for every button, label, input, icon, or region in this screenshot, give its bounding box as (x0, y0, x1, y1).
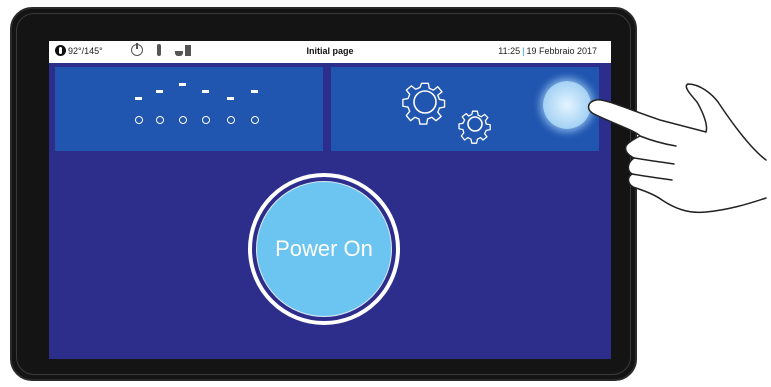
power-on-label: Power On (275, 236, 373, 261)
clock-separator: | (522, 46, 525, 56)
gears-icon (402, 82, 491, 144)
power-button-ring: Power On (248, 173, 400, 325)
main-area: Power On (49, 63, 611, 359)
pointing-hand-illustration (587, 83, 767, 214)
screen: 92°/145° Initial page 11:25 | 19 Febbraio … (49, 41, 611, 359)
drink-selection-tile[interactable] (55, 67, 323, 151)
status-bar: 92°/145° Initial page 11:25 | 19 Febbraio … (49, 41, 611, 63)
power-on-button[interactable]: Power On (256, 181, 392, 317)
time-readout: 11:25 (498, 46, 521, 56)
settings-tile[interactable] (331, 67, 599, 151)
stage: 92°/145° Initial page 11:25 | 19 Febbraio … (0, 0, 771, 387)
clock: 11:25 | 19 Febbraio 2017 (498, 46, 597, 56)
date-readout: 19 Febbraio 2017 (526, 46, 597, 56)
